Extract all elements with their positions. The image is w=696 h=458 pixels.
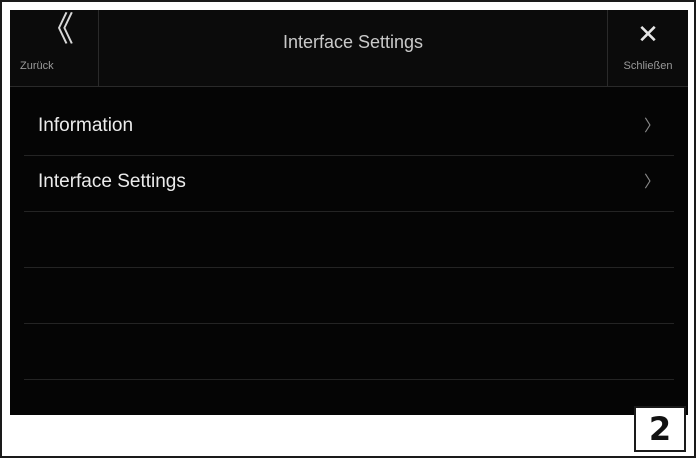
empty-row [24, 268, 674, 324]
list-item-label: Interface Settings [38, 171, 186, 192]
list-item-label: Information [38, 115, 134, 136]
settings-list: Information 〉 Interface Settings 〉 [24, 100, 674, 380]
close-button[interactable]: ✕ Schließen [607, 10, 688, 86]
close-button-label: Schließen [623, 60, 673, 72]
header-bar: 《 Zurück Interface Settings ✕ Schließen [10, 10, 688, 87]
back-button[interactable]: 《 Zurück [10, 10, 99, 86]
figure-frame: 《 Zurück Interface Settings ✕ Schließen … [0, 0, 696, 458]
back-button-label: Zurück [20, 60, 54, 72]
chevron-right-icon: 〉 [643, 172, 660, 191]
chevron-right-icon: 〉 [643, 116, 660, 135]
empty-row [24, 324, 674, 380]
page-title: Interface Settings [98, 10, 608, 86]
step-number-badge: 2 [634, 406, 686, 452]
double-chevron-left-icon: 《 [40, 10, 74, 50]
device-screen: 《 Zurück Interface Settings ✕ Schließen … [10, 10, 688, 415]
page-title-text: Interface Settings [282, 32, 424, 52]
close-icon: ✕ [637, 20, 659, 50]
list-item-interface-settings[interactable]: Interface Settings 〉 [24, 156, 674, 212]
empty-row [24, 212, 674, 268]
list-item-information[interactable]: Information 〉 [24, 100, 674, 156]
